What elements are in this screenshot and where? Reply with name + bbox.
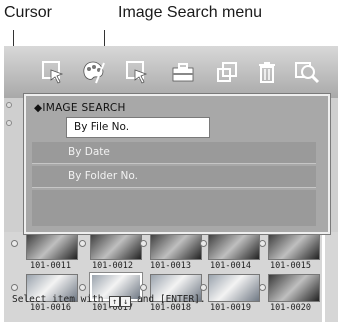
zoom-search-icon[interactable]	[294, 59, 320, 85]
ring-icon	[200, 284, 207, 291]
ring-icon	[200, 240, 207, 247]
status-hint: Select item with ↑ ↓ and [ENTER].	[12, 294, 206, 307]
thumbnail[interactable]	[90, 232, 142, 260]
menu-empty-row	[32, 190, 316, 212]
toolbox-icon[interactable]	[170, 59, 196, 85]
copy-icon[interactable]	[214, 59, 240, 85]
camera-screen: 101-0011 101-0012 101-0013 101-0014 101-…	[4, 46, 338, 322]
thumbnail[interactable]	[268, 274, 320, 302]
thumbnail-label: 101-0011	[30, 261, 71, 271]
thumbnail[interactable]	[208, 274, 260, 302]
thumbnail-label: 101-0020	[270, 303, 311, 313]
menu-item-label: By Folder No.	[68, 170, 138, 182]
menu-item-label: By Date	[68, 146, 110, 158]
ring-icon	[79, 240, 86, 247]
ring-icon	[140, 284, 147, 291]
ring-icon	[6, 120, 12, 126]
thumbnail-label: 101-0014	[210, 261, 251, 271]
thumbnail-label: 101-0015	[270, 261, 311, 271]
ring-icon	[11, 284, 18, 291]
ring-icon	[79, 284, 86, 291]
down-arrow-key-icon: ↓	[120, 296, 132, 307]
ring-icon	[6, 102, 12, 108]
ring-icon	[11, 240, 18, 247]
trash-icon[interactable]	[254, 59, 280, 85]
cursor-callout: Cursor	[4, 4, 53, 21]
ring-icon	[259, 240, 266, 247]
status-prefix: Select item with	[12, 294, 104, 305]
thumbnail[interactable]	[208, 232, 260, 260]
menu-empty-row	[32, 210, 316, 226]
select-cursor-icon[interactable]	[40, 59, 66, 85]
image-search-menu: ◆IMAGE SEARCH By File No. By Date By Fol…	[23, 93, 331, 235]
palette-icon[interactable]	[80, 59, 106, 85]
ring-icon	[140, 240, 147, 247]
menu-item-label: By File No.	[74, 121, 130, 133]
thumbnail-label: 101-0019	[210, 303, 251, 313]
thumbnail[interactable]	[26, 232, 78, 260]
menu-title: ◆IMAGE SEARCH	[34, 102, 126, 114]
search-cursor-icon[interactable]	[124, 59, 150, 85]
image-search-menu-callout: Image Search menu	[118, 4, 263, 21]
menu-item-by-file-no[interactable]: By File No.	[32, 117, 316, 139]
thumbnail-label: 101-0012	[92, 261, 133, 271]
thumbnail-label: 101-0013	[150, 261, 191, 271]
up-arrow-key-icon: ↑	[109, 296, 121, 307]
thumbnail[interactable]	[150, 232, 202, 260]
toolbar	[4, 46, 338, 98]
menu-item-by-folder-no[interactable]: By Folder No.	[32, 166, 316, 188]
thumbnail[interactable]	[268, 232, 320, 260]
status-suffix: and [ENTER].	[136, 294, 206, 305]
thumbnail-grid: 101-0011 101-0012 101-0013 101-0014 101-…	[4, 232, 338, 322]
menu-item-by-date[interactable]: By Date	[32, 142, 316, 164]
ring-icon	[259, 284, 266, 291]
